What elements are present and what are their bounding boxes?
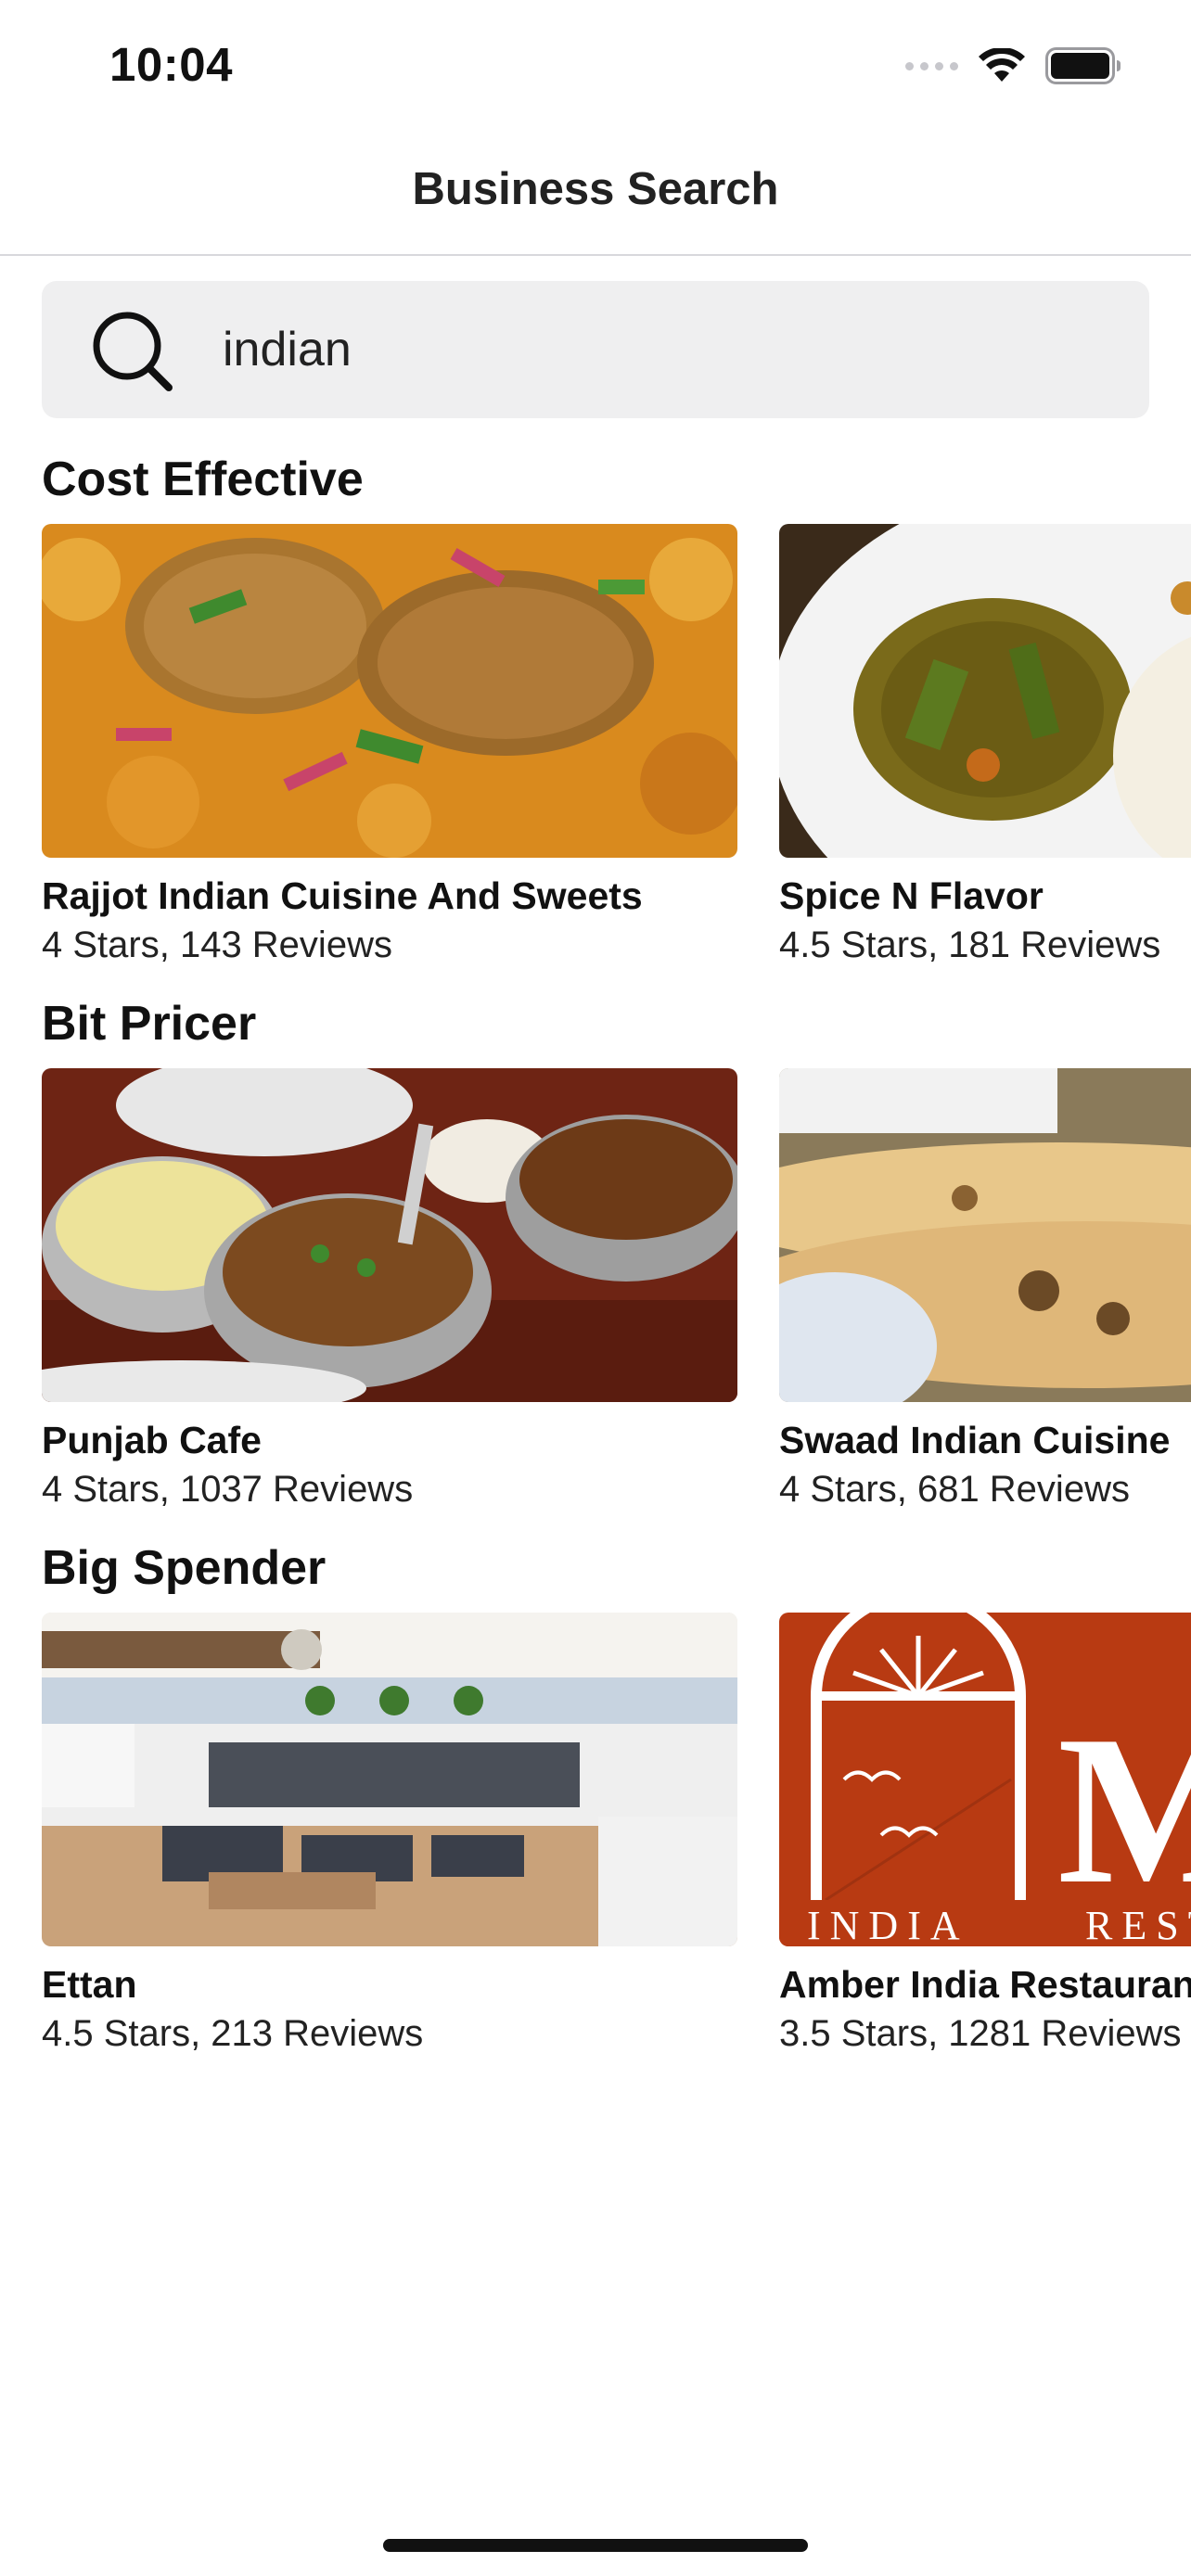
logo-text-india: INDIA — [807, 1903, 969, 1946]
logo-text-rest: REST — [1085, 1903, 1191, 1946]
page-title: Business Search — [412, 164, 779, 214]
business-name: Rajjot Indian Cuisine And Sweets — [42, 874, 643, 917]
search-icon — [93, 312, 173, 391]
search-bar[interactable] — [42, 281, 1149, 418]
status-time: 10:04 — [109, 38, 233, 91]
status-icons — [905, 43, 1121, 89]
cellular-signal-icon — [905, 61, 958, 70]
business-photo — [779, 1068, 1191, 1402]
business-rating: 4 Stars, 1037 Reviews — [42, 1469, 414, 1510]
business-rating: 4 Stars, 681 Reviews — [779, 1469, 1130, 1510]
section-title: Bit Pricer — [42, 997, 257, 1051]
business-name: Punjab Cafe — [42, 1419, 262, 1461]
business-card-punjab-cafe[interactable]: Punjab Cafe 4 Stars, 1037 Reviews — [42, 1068, 737, 1513]
business-photo: M B INDIA REST — [779, 1613, 1191, 1946]
business-rating: 3.5 Stars, 1281 Reviews — [779, 2013, 1182, 2054]
status-bar: 10:04 — [0, 0, 1191, 130]
section-big-spender: Big Spender Ettan 4.5 Stars, 213 Reviews… — [0, 1540, 1191, 2060]
search-input[interactable] — [223, 314, 1104, 385]
business-card-swaad[interactable]: Swaad Indian Cuisine 4 Stars, 681 Review… — [779, 1068, 1191, 1513]
business-card-rajjot[interactable]: Rajjot Indian Cuisine And Sweets 4 Stars… — [42, 524, 737, 969]
section-bit-pricer: Bit Pricer Punjab Cafe 4 Stars, 1037 Rev… — [0, 996, 1191, 1515]
section-title: Cost Effective — [42, 453, 364, 506]
business-name: Swaad Indian Cuisine — [779, 1419, 1171, 1461]
wifi-icon — [979, 48, 1025, 82]
business-name: Ettan — [42, 1963, 137, 2006]
business-rating: 4.5 Stars, 181 Reviews — [779, 925, 1161, 965]
business-photo — [42, 524, 737, 858]
section-cost-effective: Cost Effective Rajjot Indian Cuisine And… — [0, 452, 1191, 971]
home-indicator[interactable] — [383, 2539, 808, 2552]
card-carousel[interactable]: Ettan 4.5 Stars, 213 Reviews M B INDIA R — [0, 1613, 1191, 2058]
navigation-bar: Business Search — [0, 130, 1191, 256]
svg-text:M: M — [1057, 1691, 1191, 1928]
battery-icon — [1045, 47, 1121, 84]
business-card-ettan[interactable]: Ettan 4.5 Stars, 213 Reviews — [42, 1613, 737, 2058]
business-card-spice-n-flavor[interactable]: Spice N Flavor 4.5 Stars, 181 Reviews — [779, 524, 1191, 969]
business-rating: 4 Stars, 143 Reviews — [42, 925, 392, 965]
business-photo — [42, 1068, 737, 1402]
business-name: Amber India Restaurant — [779, 1963, 1191, 2006]
business-name: Spice N Flavor — [779, 874, 1044, 917]
business-photo — [779, 524, 1191, 858]
business-card-amber-india[interactable]: M B INDIA REST Amber India Restaurant 3.… — [779, 1613, 1191, 2058]
card-carousel[interactable]: Rajjot Indian Cuisine And Sweets 4 Stars… — [0, 524, 1191, 969]
business-photo — [42, 1613, 737, 1946]
card-carousel[interactable]: Punjab Cafe 4 Stars, 1037 Reviews Swaad … — [0, 1068, 1191, 1513]
section-title: Big Spender — [42, 1541, 327, 1595]
business-rating: 4.5 Stars, 213 Reviews — [42, 2013, 424, 2054]
